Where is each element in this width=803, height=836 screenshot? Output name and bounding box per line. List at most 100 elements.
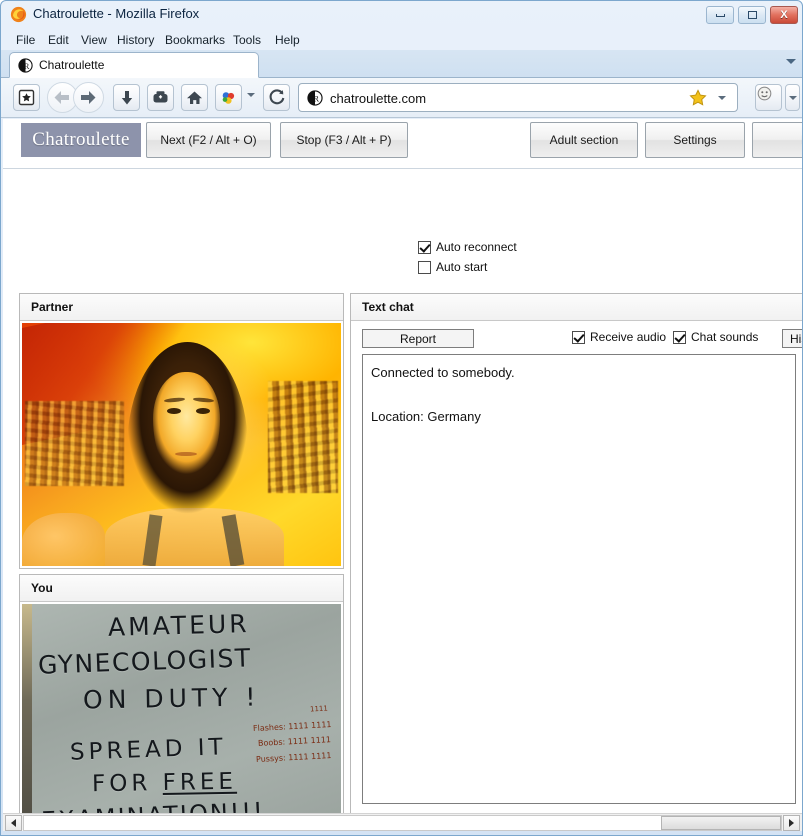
close-button[interactable]: X (770, 6, 798, 24)
auto-start-checkbox-row[interactable]: Auto start (418, 260, 487, 274)
menu-item-help[interactable]: Help (272, 32, 303, 48)
svg-text:R: R (24, 62, 30, 71)
chat-sounds-checkbox-row[interactable]: Chat sounds (673, 330, 758, 344)
back-arrow-icon (54, 91, 69, 104)
scrollbar-track[interactable] (23, 815, 782, 831)
web-page-content: Chatroulette Next (F2 / Alt + O) Stop (F… (3, 119, 802, 818)
tab-strip: R Chatroulette (1, 50, 802, 78)
svg-text:R: R (313, 94, 319, 104)
download-arrow-icon[interactable] (113, 84, 140, 111)
addons-chevron-down-icon[interactable] (247, 93, 255, 97)
chat-log-line (371, 384, 787, 406)
you-panel-header: You (20, 575, 343, 602)
url-input[interactable]: chatroulette.com (330, 91, 426, 106)
url-chevron-down-icon[interactable] (718, 96, 726, 100)
text-chat-panel: Text chat Report Receive audio Chat soun… (350, 293, 802, 818)
print-icon[interactable] (147, 84, 174, 111)
title-bar: Chatroulette - Mozilla Firefox X (1, 1, 802, 28)
site-control-bar: Chatroulette Next (F2 / Alt + O) Stop (F… (3, 119, 802, 169)
receive-audio-label: Receive audio (590, 330, 667, 344)
chatroulette-favicon: R (307, 90, 323, 106)
report-button[interactable]: Report (362, 329, 474, 348)
scroll-left-icon (11, 819, 16, 827)
face-chevron-down-icon[interactable] (785, 84, 800, 111)
menu-item-tools[interactable]: Tools (230, 32, 264, 48)
settings-button[interactable]: Settings (645, 122, 745, 158)
chatroulette-favicon: R (18, 58, 33, 73)
sign-line-4: SPREAD IT (69, 733, 227, 766)
you-panel-title: You (31, 581, 53, 595)
maximize-icon (747, 11, 757, 19)
adult-section-button[interactable]: Adult section (530, 122, 638, 158)
chat-toolbar: Report Receive audio Chat sounds His (353, 323, 802, 353)
browser-window: Chatroulette - Mozilla Firefox X File Ed… (0, 0, 803, 836)
sign-line-5b: FREE (162, 769, 238, 797)
menu-item-bookmarks[interactable]: Bookmarks (162, 32, 228, 48)
partner-panel: Partner (19, 293, 344, 569)
home-icon[interactable] (181, 84, 208, 111)
reload-icon[interactable] (263, 84, 290, 111)
chat-log[interactable]: Connected to somebody. Location: Germany (362, 354, 796, 804)
horizontal-scrollbar[interactable] (3, 813, 802, 831)
star-icon[interactable] (689, 89, 707, 107)
sign-line-1: AMATEUR (107, 609, 251, 643)
sign-line-5a: FOR (91, 770, 164, 798)
next-button[interactable]: Next (F2 / Alt + O) (146, 122, 271, 158)
close-icon: X (780, 8, 788, 21)
menu-item-file[interactable]: File (13, 32, 38, 48)
sign-tally-0: 1111 (310, 704, 329, 714)
sign-line-5: FOR FREE (92, 769, 237, 798)
sign-tally-1: Flashes: 1111 1111 (252, 720, 332, 734)
scroll-left-arrow[interactable] (5, 815, 22, 831)
receive-audio-checkbox-row[interactable]: Receive audio (572, 330, 666, 344)
tab-chatroulette[interactable]: R Chatroulette (9, 52, 259, 78)
receive-audio-checkbox[interactable] (572, 330, 585, 344)
sign-tally-2: Boobs: 1111 1111 (258, 734, 332, 748)
auto-reconnect-checkbox-row[interactable]: Auto reconnect (418, 240, 517, 254)
menu-bar: File Edit View History Bookmarks Tools H… (1, 29, 802, 50)
your-webcam-video[interactable]: AMATEUR GYNECOLOGIST ON DUTY ! SPREAD IT… (22, 604, 341, 818)
sign-tally-3: Pussys: 1111 1111 (255, 751, 332, 765)
auto-start-label: Auto start (436, 260, 488, 274)
auto-start-checkbox[interactable] (418, 260, 431, 274)
menu-item-edit[interactable]: Edit (45, 32, 72, 48)
partner-panel-title: Partner (31, 300, 74, 314)
forward-arrow-icon (81, 91, 96, 104)
chat-sounds-checkbox[interactable] (673, 330, 686, 344)
window-title: Chatroulette - Mozilla Firefox (33, 6, 200, 21)
chat-panel-title: Text chat (362, 300, 414, 314)
maximize-button[interactable] (738, 6, 766, 24)
tab-label: Chatroulette (39, 58, 105, 72)
fullscreen-button[interactable]: Fu (752, 122, 802, 158)
scrollbar-thumb[interactable] (661, 816, 781, 830)
scroll-right-arrow[interactable] (783, 815, 800, 831)
partner-video-detail (267, 381, 338, 494)
chat-log-line: Connected to somebody. (371, 365, 515, 380)
scroll-right-icon (789, 819, 794, 827)
history-button[interactable]: His (782, 329, 802, 348)
auto-reconnect-checkbox[interactable] (418, 240, 431, 254)
firefox-icon (10, 6, 27, 23)
url-bar[interactable]: R chatroulette.com (298, 83, 738, 112)
menu-item-view[interactable]: View (78, 32, 110, 48)
bookmark-star-icon[interactable] (13, 84, 40, 111)
addons-balls-icon[interactable] (215, 84, 242, 111)
partner-webcam-video[interactable] (22, 323, 341, 566)
tab-list-chevron-down-icon[interactable] (786, 59, 796, 64)
chatroulette-logo: Chatroulette (21, 123, 141, 157)
sign-line-2: GYNECOLOGIST (37, 643, 253, 681)
stop-button[interactable]: Stop (F3 / Alt + P) (280, 122, 408, 158)
back-forward-group (47, 82, 109, 113)
partner-panel-header: Partner (20, 294, 343, 321)
menu-item-history[interactable]: History (114, 32, 157, 48)
minimize-button[interactable] (706, 6, 734, 24)
chat-sounds-label: Chat sounds (691, 330, 759, 344)
sign-edge (22, 604, 33, 818)
sign-line-3: ON DUTY ! (82, 681, 261, 715)
face-icon[interactable] (755, 84, 782, 111)
partner-video-detail (22, 512, 105, 566)
partner-video-detail (25, 400, 125, 486)
minimize-icon (715, 13, 725, 17)
chat-log-line: Location: Germany (371, 409, 481, 424)
you-panel: You AMATEUR GYNECOLOGIST ON DUTY ! SPREA… (19, 574, 344, 818)
